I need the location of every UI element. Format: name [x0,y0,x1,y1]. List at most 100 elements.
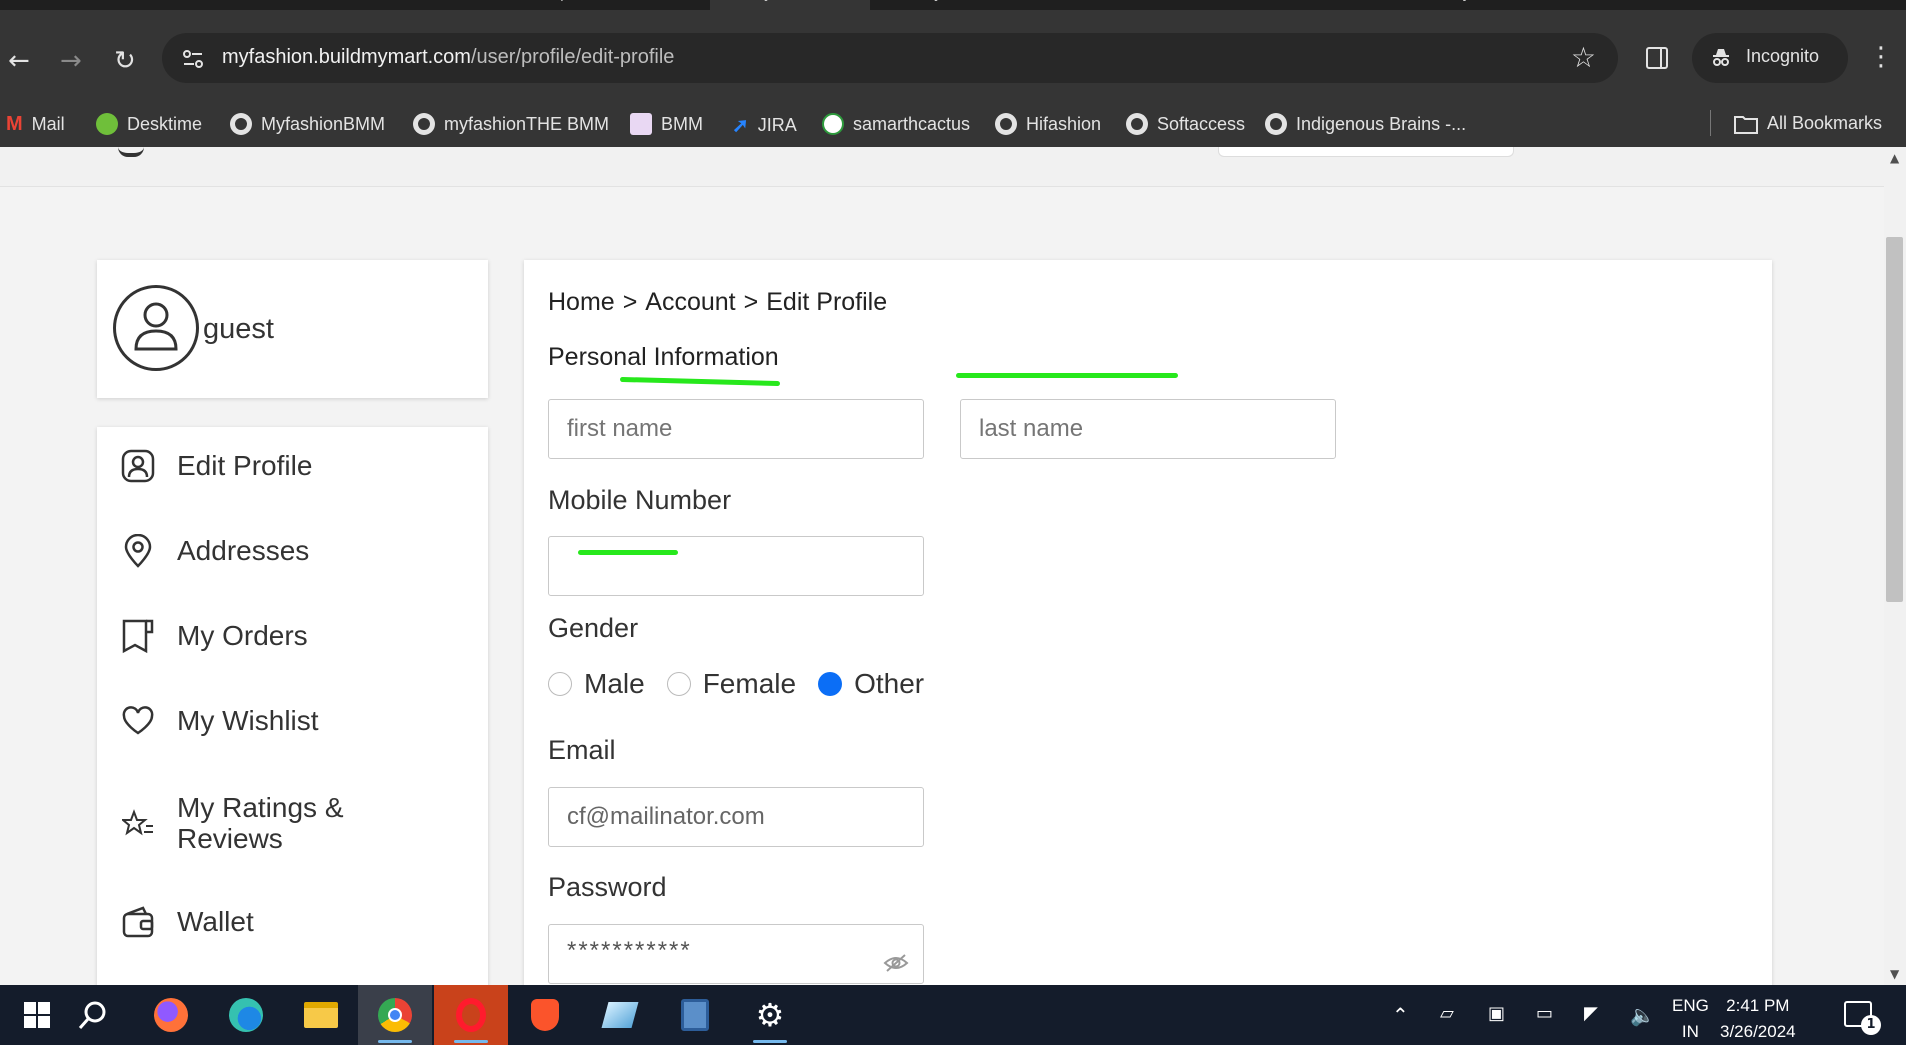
mobile-number-label: Mobile Number [548,485,732,515]
taskbar-opera[interactable] [434,985,508,1045]
language-code: ENG [1672,996,1709,1015]
site-logo[interactable] [118,147,144,157]
password-label: Password [548,872,667,902]
incognito-button[interactable]: Incognito [1692,33,1848,83]
page-scrollbar[interactable]: ▲ ▼ [1884,147,1906,985]
sidebar-item-label: Edit Profile [177,449,313,481]
sidebar-item-wallet[interactable]: Wallet [121,905,471,939]
folder-icon [1734,115,1758,134]
bookmark-label: Indigenous Brains -... [1296,113,1467,134]
radio-other-selected[interactable] [818,672,843,696]
scroll-down-arrow-icon[interactable]: ▼ [1890,967,1899,981]
taskbar-brave[interactable] [508,985,582,1045]
edge-icon [229,998,263,1032]
meet-now-icon[interactable]: ▱ [1440,1003,1454,1024]
bookmark-myfashionthe-bmm[interactable]: myfashionTHE BMM [413,113,609,135]
site-info-icon[interactable] [180,46,206,72]
email-input[interactable] [548,787,924,847]
bookmark-bmm[interactable]: BMM [630,113,703,135]
radio-male[interactable] [548,672,572,696]
browser-tab-active[interactable]: myfashi [710,0,870,10]
bookmark-label: Desktime [127,113,203,134]
bookmark-star-icon[interactable]: ☆ [1571,41,1596,74]
taskbar-firefox[interactable] [134,985,208,1045]
bookmark-desktime[interactable]: Desktime [96,113,202,135]
taskbar-settings[interactable]: ⚙ [733,985,807,1045]
region-code: IN [1681,1022,1699,1041]
url-path: /user/profile/edit-profile [470,46,675,68]
display-icon[interactable]: ▣ [1488,1003,1505,1024]
incognito-label: Incognito [1746,46,1820,66]
first-name-input[interactable] [548,399,924,459]
gender-option-female[interactable]: Female [666,668,796,700]
bookmark-jira[interactable]: ➚ JIRA [732,113,797,138]
bookmark-softaccess[interactable]: Softaccess [1126,113,1245,135]
user-square-icon [121,449,155,483]
browser-tab[interactable]: softacc [1100,0,1150,10]
mobile-number-input[interactable] [548,536,924,596]
bookmark-label: myfashionTHE BMM [444,113,610,134]
site-search-box[interactable] [1218,147,1514,157]
last-name-input[interactable] [960,399,1336,459]
bookmark-hifashion[interactable]: Hifashion [995,113,1101,135]
taskbar-calculator[interactable] [658,985,732,1045]
breadcrumb-account[interactable]: Account [645,288,735,316]
browser-toolbar: ← → ↻ myfashion.buildmymart.com/user/pro… [0,10,1906,111]
taskbar-chrome[interactable] [358,985,432,1045]
url-text[interactable]: myfashion.buildmymart.com/user/profile/e… [222,46,674,69]
notepad-icon [601,1002,639,1028]
chrome-icon [378,998,412,1032]
gender-option-other[interactable]: Other [818,668,924,700]
sidebar-item-ratings-reviews[interactable]: My Ratings & Reviews [121,792,471,855]
taskbar-file-explorer[interactable] [284,985,358,1045]
sidebar-item-addresses[interactable]: Addresses [121,534,471,568]
clock-date: 3/26/2024 [1720,1022,1796,1041]
browser-tab[interactable]: hifashion [410,0,474,10]
chevron-up-icon[interactable]: ⌃ [1392,1003,1409,1027]
browser-menu-icon[interactable]: ⋮ [1868,44,1894,70]
clock[interactable]: 2:41 PM 3/26/2024 [1720,993,1796,1045]
browser-tab[interactable]: List - BM [230,0,290,10]
notification-badge: 1 [1861,1015,1881,1035]
sidebar-item-my-orders[interactable]: My Orders [121,619,471,654]
site-header [0,147,1884,187]
language-indicator[interactable]: ENG IN [1672,993,1709,1045]
all-bookmarks-button[interactable]: All Bookmarks [1734,113,1882,134]
gender-radio-group: Male Female Other [548,668,946,700]
browser-tab[interactable]: partner [560,0,612,10]
eye-off-icon[interactable] [883,953,909,973]
browser-tab[interactable]: My Wish [1450,0,1508,10]
globe-icon [230,113,252,135]
back-arrow-icon[interactable]: ← [8,48,30,74]
breadcrumb-home[interactable]: Home [548,288,615,316]
reload-icon[interactable]: ↻ [114,48,136,74]
page-viewport: guest Edit Profile Addresses My Orders M… [0,147,1884,985]
sidebar-item-edit-profile[interactable]: Edit Profile [121,449,471,483]
forward-arrow-icon[interactable]: → [60,48,82,74]
search-button[interactable] [56,985,130,1045]
browser-tab[interactable]: Mailinat [1275,0,1330,10]
bookmark-indigenous-brains[interactable]: Indigenous Brains -... [1265,113,1466,135]
bookmark-myfashionbmm[interactable]: MyfashionBMM [230,113,385,135]
sidebar-item-my-wishlist[interactable]: My Wishlist [121,704,471,738]
address-bar[interactable]: myfashion.buildmymart.com/user/profile/e… [162,33,1618,83]
password-input[interactable]: *********** [548,924,924,984]
battery-icon[interactable]: ▭ [1536,1003,1553,1024]
bookmark-mail[interactable]: M Mail [6,113,65,136]
browser-tab[interactable]: myfashi [920,0,976,10]
sidebar-item-label: Addresses [177,534,310,566]
taskbar-app[interactable] [583,985,657,1045]
volume-icon[interactable]: 🔈 [1630,1003,1655,1027]
breadcrumb: Home > Account > Edit Profile [548,288,887,317]
scrollbar-thumb[interactable] [1886,237,1903,602]
breadcrumb-separator: > [743,288,759,316]
bookmark-samarthcactus[interactable]: samarthcactus [822,113,970,135]
side-panel-icon[interactable] [1646,47,1668,69]
taskbar-edge[interactable] [209,985,283,1045]
radio-female[interactable] [666,672,691,696]
gender-option-male[interactable]: Male [548,668,645,700]
scroll-up-arrow-icon[interactable]: ▲ [1890,151,1899,165]
wifi-icon[interactable]: ◤ [1584,1003,1598,1024]
annotation-underline [619,376,781,387]
breadcrumb-edit-profile: Edit Profile [766,288,888,316]
